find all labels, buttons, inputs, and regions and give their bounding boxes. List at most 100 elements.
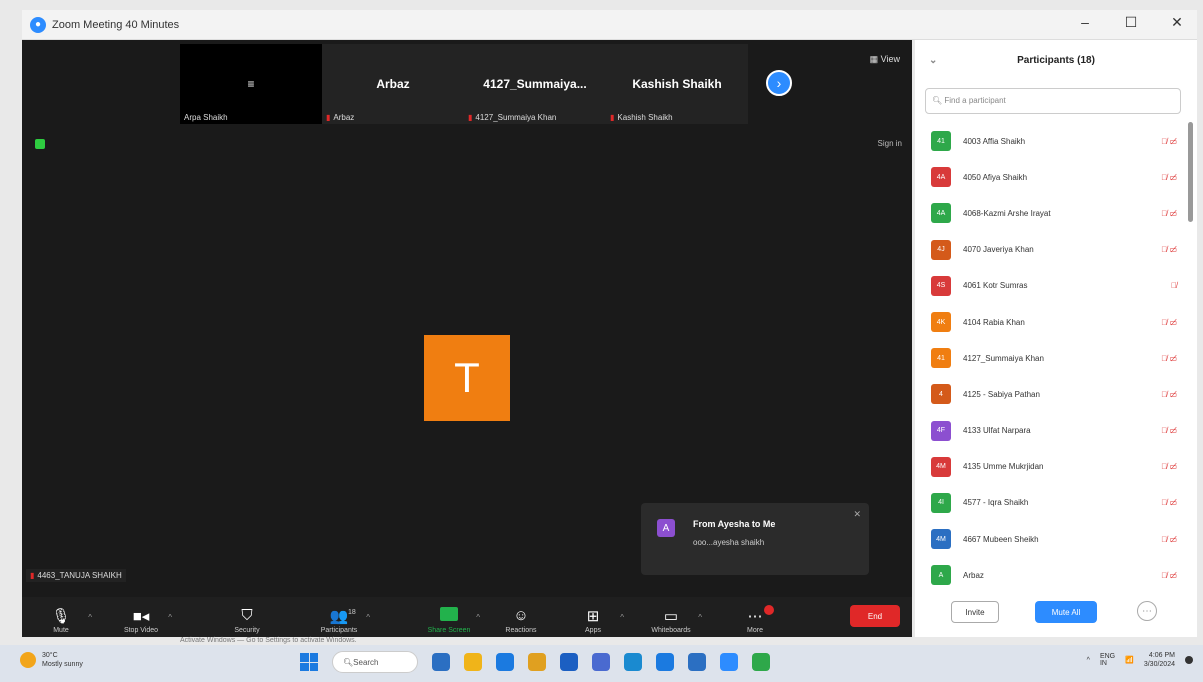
tray-chevron-icon[interactable]: ^	[1087, 657, 1090, 664]
participant-list: 41 4003 Affia Shaikh 🎙̸ ▭̸ 4A 4050 Afiya Sha…	[925, 123, 1181, 593]
collapse-chevron-icon[interactable]: ⌄	[929, 55, 937, 66]
weather-widget[interactable]: 30°C Mostly sunny	[20, 651, 83, 669]
taskbar-app-icon[interactable]	[592, 653, 610, 671]
taskbar-app-icon[interactable]	[688, 653, 706, 671]
panel-scrollbar[interactable]	[1188, 122, 1193, 222]
taskbar-app-icon[interactable]	[432, 653, 450, 671]
participant-row[interactable]: 41 4003 Affia Shaikh 🎙̸ ▭̸	[925, 123, 1181, 159]
stop-video-button[interactable]: ■◂ Stop Video ^	[106, 607, 176, 634]
end-meeting-button[interactable]: End	[850, 605, 900, 627]
gallery-strip: ≡ Arpa Shaikh Arbaz ▮ Arbaz 4127_Summaiya…	[180, 44, 748, 124]
taskbar-app-icon[interactable]	[656, 653, 674, 671]
video-tile[interactable]: Arbaz ▮ Arbaz	[322, 44, 464, 124]
clock[interactable]: 4:06 PM 3/30/2024	[1144, 651, 1175, 669]
participant-name: 4667 Mubeen Sheikh	[963, 534, 1039, 544]
participant-avatar: 4S	[931, 275, 951, 296]
participant-avatar: 4A	[931, 203, 951, 224]
participant-row[interactable]: 4A 4050 Afiya Shaikh 🎙̸ ▭̸	[925, 159, 1181, 195]
sun-icon	[20, 652, 36, 668]
taskbar-app-icon[interactable]	[464, 653, 482, 671]
chat-notification[interactable]: A From Ayesha to Me ooo...ayesha shaikh …	[641, 503, 869, 575]
panel-header: ⌄ Participants (18)	[915, 40, 1197, 80]
participant-row[interactable]: 4S 4061 Kotr Sumras 🎙̸	[925, 268, 1181, 304]
microphone-icon: 🎙	[51, 608, 71, 625]
participants-count: 18	[348, 609, 356, 616]
participant-row[interactable]: A Arbaz 🎙̸ ▭̸	[925, 557, 1181, 593]
next-page-icon[interactable]: ›	[766, 70, 792, 96]
notification-badge	[764, 605, 774, 615]
chevron-up-icon[interactable]: ^	[620, 613, 624, 622]
mic-camera-muted-icon: 🎙̸ ▭̸	[1161, 208, 1177, 218]
security-shield-icon[interactable]	[35, 139, 45, 149]
video-tile[interactable]: ≡ Arpa Shaikh	[180, 44, 322, 124]
participant-avatar: 41	[931, 131, 951, 152]
wifi-icon[interactable]: 📶	[1125, 656, 1134, 664]
search-placeholder: Find a participant	[944, 96, 1006, 105]
chevron-up-icon[interactable]: ^	[168, 613, 172, 622]
participant-row[interactable]: 4K 4104 Rabia Khan 🎙̸ ▭̸	[925, 304, 1181, 340]
chevron-up-icon[interactable]: ^	[88, 613, 92, 622]
title-bar: ● Zoom Meeting 40 Minutes – ☐ ✕	[22, 10, 1197, 40]
chat-sender-avatar: A	[657, 519, 675, 537]
participant-row[interactable]: 4F 4133 Ulfat Narpara 🎙̸ ▭̸	[925, 413, 1181, 449]
more-button[interactable]: ⋯ More	[720, 605, 790, 634]
taskbar-app-icon[interactable]	[528, 653, 546, 671]
minimize-button[interactable]: –	[1075, 14, 1095, 31]
taskbar-app-icon[interactable]	[496, 653, 514, 671]
participant-avatar: 4J	[931, 239, 951, 260]
maximize-button[interactable]: ☐	[1121, 14, 1141, 31]
video-tile[interactable]: 4127_Summaiya... ▮ 4127_Summaiya Khan	[464, 44, 606, 124]
mute-label: Mute	[53, 627, 69, 634]
panel-footer: Invite Mute All ⋯	[915, 589, 1197, 637]
mute-all-button[interactable]: Mute All	[1035, 601, 1097, 623]
mic-camera-muted-icon: 🎙̸ ▭̸	[1161, 317, 1177, 327]
participant-row[interactable]: 4I 4577 - Iqra Shaikh 🎙̸ ▭̸	[925, 485, 1181, 521]
participants-button[interactable]: 👥 18 Participants ^	[304, 607, 374, 634]
participant-row[interactable]: 41 4127_Summaiya Khan 🎙̸ ▭̸	[925, 340, 1181, 376]
taskbar-app-icon[interactable]	[752, 653, 770, 671]
taskbar-app-icon[interactable]	[720, 653, 738, 671]
video-tile[interactable]: Kashish Shaikh ▮ Kashish Shaikh	[606, 44, 748, 124]
security-button[interactable]: ⛉ Security	[212, 607, 282, 634]
close-notification-icon[interactable]: ✕	[853, 509, 861, 520]
chevron-up-icon[interactable]: ^	[366, 613, 370, 622]
whiteboards-button[interactable]: ▭ Whiteboards ^	[636, 607, 706, 634]
taskbar-app-icon[interactable]	[560, 653, 578, 671]
participant-row[interactable]: 4J 4070 Javeriya Khan 🎙̸ ▭̸	[925, 232, 1181, 268]
share-screen-button[interactable]: Share Screen ^	[414, 607, 484, 634]
windows-start-icon[interactable]	[300, 653, 318, 671]
self-name: 4463_TANUJA SHAIKH	[37, 571, 122, 580]
notification-icon[interactable]	[1185, 656, 1193, 664]
mic-camera-muted-icon: 🎙̸	[1171, 281, 1177, 291]
stop-video-label: Stop Video	[123, 627, 159, 634]
video-camera-icon: ■◂	[132, 608, 150, 625]
chevron-up-icon[interactable]: ^	[476, 613, 480, 622]
tile-caption-text: Arbaz	[333, 113, 355, 122]
participant-row[interactable]: 4M 4667 Mubeen Sheikh 🎙̸ ▭̸	[925, 521, 1181, 557]
participant-row[interactable]: 4 4125 - Sabiya Pathan 🎙̸ ▭̸	[925, 376, 1181, 412]
panel-title: Participants (18)	[1017, 54, 1095, 66]
share-screen-icon	[414, 607, 484, 627]
chat-message: ooo...ayesha shaikh	[693, 538, 765, 547]
mute-button[interactable]: 🎙 Mute ^	[26, 607, 96, 634]
invite-button[interactable]: Invite	[951, 601, 999, 623]
signin-link[interactable]: Sign in	[878, 139, 902, 148]
mic-camera-muted-icon: 🎙̸ ▭̸	[1161, 570, 1177, 580]
view-button[interactable]: ▦ View	[870, 54, 900, 65]
tile-center-label: 4127_Summaiya...	[483, 77, 587, 91]
taskbar-search-input[interactable]: 🔍︎ Search	[332, 651, 418, 673]
participant-name: 4068-Kazmi Arshe Irayat	[963, 208, 1051, 218]
participant-search-input[interactable]: 🔍︎ Find a participant	[925, 88, 1181, 114]
reactions-button[interactable]: ☺ Reactions	[486, 607, 556, 634]
taskbar-app-icon[interactable]	[624, 653, 642, 671]
more-options-icon[interactable]: ⋯	[1137, 601, 1157, 621]
weather-temp: 30°C	[42, 652, 58, 659]
tile-caption: ▮ Kashish Shaikh	[610, 113, 673, 122]
apps-button[interactable]: ⊞ Apps ^	[558, 607, 628, 634]
tile-caption-text: Kashish Shaikh	[617, 113, 673, 122]
participant-row[interactable]: 4M 4135 Umme Mukrjidan 🎙̸ ▭̸	[925, 449, 1181, 485]
chevron-up-icon[interactable]: ^	[698, 613, 702, 622]
language-indicator[interactable]: ENG IN	[1100, 653, 1115, 667]
participant-row[interactable]: 4A 4068-Kazmi Arshe Irayat 🎙̸ ▭̸	[925, 195, 1181, 231]
close-button[interactable]: ✕	[1167, 14, 1187, 31]
